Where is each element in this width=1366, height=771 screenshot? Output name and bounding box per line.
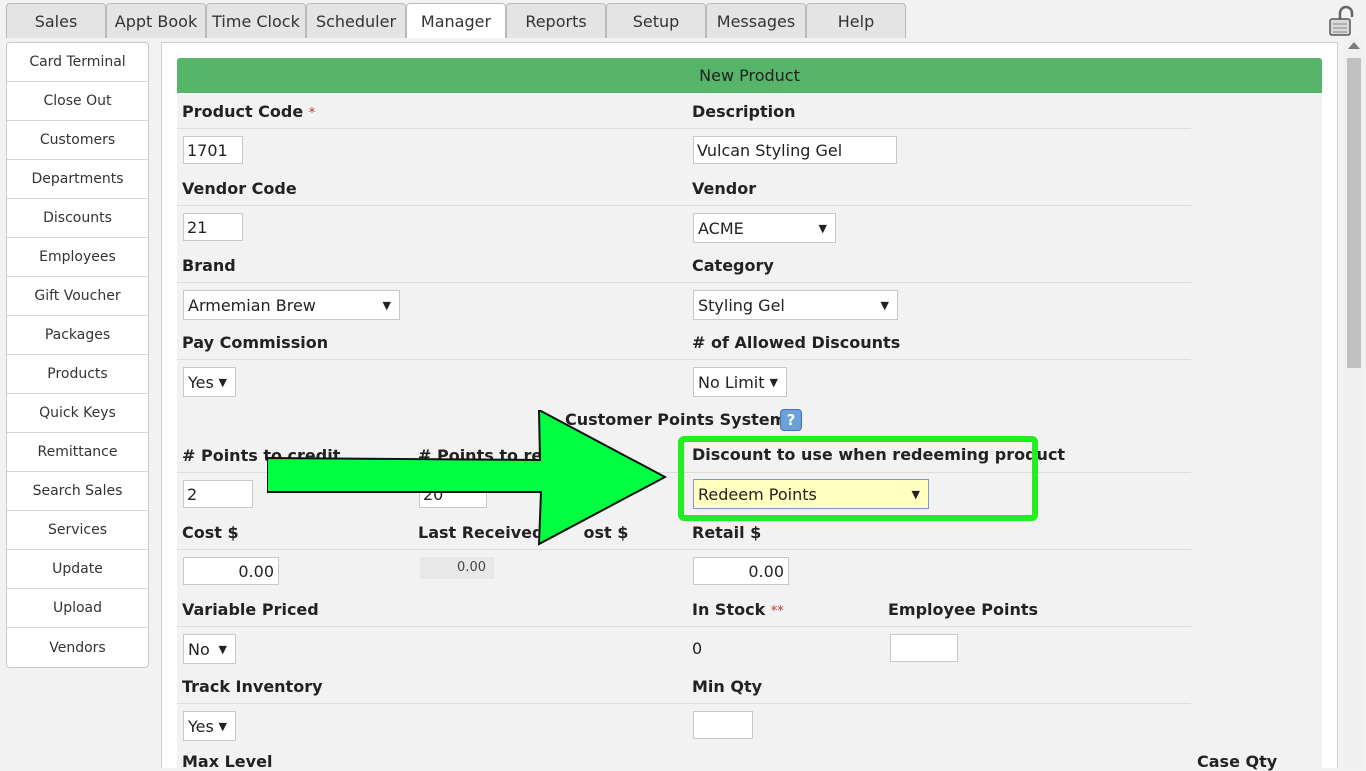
sidebar-item-search-sales[interactable]: Search Sales: [7, 472, 148, 511]
track-inventory-select[interactable]: Yes ▼: [183, 711, 236, 741]
pay-commission-label: Pay Commission: [182, 333, 329, 352]
sidebar-item-quick-keys[interactable]: Quick Keys: [7, 394, 148, 433]
help-icon[interactable]: ?: [780, 409, 802, 431]
brand-label: Brand: [182, 256, 236, 275]
chevron-down-icon: ▼: [218, 720, 227, 733]
chevron-down-icon: ▼: [218, 376, 227, 389]
points-credit-input[interactable]: 2: [183, 480, 253, 508]
min-qty-input[interactable]: [693, 711, 753, 739]
scroll-thumb[interactable]: [1347, 58, 1361, 368]
annotation-arrow-icon: [267, 410, 668, 546]
vendor-select[interactable]: ACME ▼: [693, 213, 836, 243]
manager-sidebar: Card Terminal Close Out Customers Depart…: [6, 42, 149, 668]
retail-label: Retail $: [692, 523, 762, 542]
allowed-discounts-label: # of Allowed Discounts: [692, 333, 901, 352]
tab-time-clock[interactable]: Time Clock: [206, 3, 306, 38]
sidebar-item-card-terminal[interactable]: Card Terminal: [7, 43, 148, 82]
tab-manager[interactable]: Manager: [406, 3, 506, 38]
sidebar-item-update[interactable]: Update: [7, 550, 148, 589]
retail-input[interactable]: 0.00: [693, 557, 789, 585]
tab-setup[interactable]: Setup: [606, 3, 706, 38]
description-input[interactable]: Vulcan Styling Gel: [693, 136, 897, 164]
sidebar-item-upload[interactable]: Upload: [7, 589, 148, 628]
category-select[interactable]: Styling Gel ▼: [693, 290, 898, 320]
tab-help[interactable]: Help: [806, 3, 906, 38]
form-title: New Product: [177, 58, 1322, 93]
sidebar-item-close-out[interactable]: Close Out: [7, 82, 148, 121]
product-code-label: Product Code *: [182, 102, 316, 121]
product-code-input[interactable]: 1701: [183, 136, 243, 164]
lock-icon[interactable]: [1326, 5, 1358, 37]
tab-sales[interactable]: Sales: [6, 3, 106, 38]
tab-messages[interactable]: Messages: [706, 3, 806, 38]
sidebar-item-packages[interactable]: Packages: [7, 316, 148, 355]
page-scrollbar[interactable]: [1344, 38, 1364, 768]
sidebar-item-remittance[interactable]: Remittance: [7, 433, 148, 472]
category-label: Category: [692, 256, 774, 275]
sidebar-item-services[interactable]: Services: [7, 511, 148, 550]
sidebar-item-departments[interactable]: Departments: [7, 160, 148, 199]
sidebar-item-customers[interactable]: Customers: [7, 121, 148, 160]
top-tab-bar: Sales Appt Book Time Clock Scheduler Man…: [6, 3, 906, 38]
variable-priced-select[interactable]: No ▼: [183, 634, 236, 664]
employee-points-label: Employee Points: [888, 600, 1038, 619]
chevron-down-icon: ▼: [880, 299, 889, 312]
max-level-label: Max Level: [182, 752, 273, 771]
min-qty-label: Min Qty: [692, 677, 763, 696]
in-stock-value: 0: [692, 639, 703, 658]
vendor-code-label: Vendor Code: [182, 179, 297, 198]
cost-input[interactable]: 0.00: [183, 557, 279, 585]
vendor-code-input[interactable]: 21: [183, 213, 243, 241]
sidebar-item-products[interactable]: Products: [7, 355, 148, 394]
redeem-discount-highlight: [678, 436, 1038, 521]
tab-appt-book[interactable]: Appt Book: [106, 3, 206, 38]
vendor-label: Vendor: [692, 179, 757, 198]
sidebar-item-discounts[interactable]: Discounts: [7, 199, 148, 238]
brand-select[interactable]: Armemian Brew ▼: [183, 290, 400, 320]
last-received-cost-value: 0.00: [420, 557, 494, 579]
chevron-down-icon: ▼: [818, 222, 827, 235]
tab-reports[interactable]: Reports: [506, 3, 606, 38]
tab-scheduler[interactable]: Scheduler: [306, 3, 406, 38]
in-stock-label: In Stock **: [692, 600, 784, 619]
new-product-form: New Product Product Code * Description 1…: [177, 58, 1322, 771]
track-inventory-label: Track Inventory: [182, 677, 323, 696]
employee-points-input[interactable]: [890, 634, 958, 662]
allowed-discounts-select[interactable]: No Limit ▼: [693, 367, 787, 397]
variable-priced-label: Variable Priced: [182, 600, 319, 619]
case-qty-label: Case Qty: [1197, 752, 1278, 771]
chevron-down-icon: ▼: [218, 643, 227, 656]
scroll-up-arrow-icon[interactable]: [1348, 42, 1360, 49]
pay-commission-select[interactable]: Yes ▼: [183, 367, 236, 397]
chevron-down-icon: ▼: [382, 299, 391, 312]
sidebar-item-gift-voucher[interactable]: Gift Voucher: [7, 277, 148, 316]
sidebar-item-vendors[interactable]: Vendors: [7, 628, 148, 667]
chevron-down-icon: ▼: [769, 376, 778, 389]
sidebar-item-employees[interactable]: Employees: [7, 238, 148, 277]
cost-label: Cost $: [182, 523, 239, 542]
description-label: Description: [692, 102, 796, 121]
